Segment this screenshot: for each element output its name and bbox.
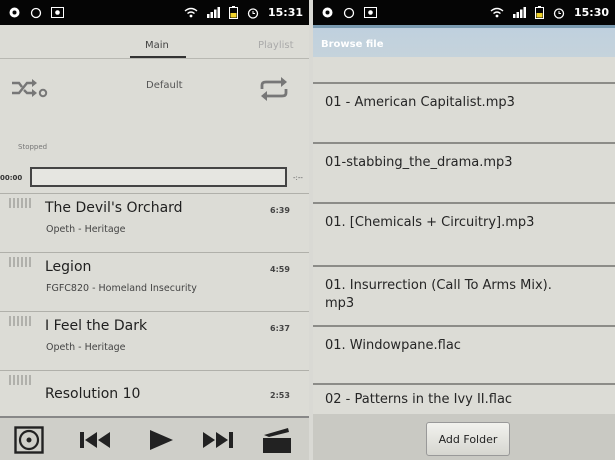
- file-name: 01. Insurrection (Call To Arms Mix). mp3: [325, 278, 552, 311]
- tab-main[interactable]: Main: [145, 40, 169, 51]
- file-item[interactable]: 01. [Chemicals + Circuitry].mp3: [313, 202, 615, 258]
- repeat-button[interactable]: [258, 76, 290, 102]
- file-name: 01. [Chemicals + Circuitry].mp3: [325, 215, 535, 230]
- file-item[interactable]: 01 - American Capitalist.mp3: [313, 82, 615, 138]
- file-name: 02 - Patterns in the Ivy II.flac: [325, 392, 513, 407]
- playback-controls: [0, 416, 309, 460]
- file-item[interactable]: 01. Insurrection (Call To Arms Mix). mp3: [313, 265, 615, 327]
- file-name: 01 - American Capitalist.mp3: [325, 95, 515, 110]
- shuffle-icon: [12, 79, 48, 98]
- playback-status: Stopped: [18, 143, 48, 151]
- file-name: 01-stabbing_the_drama.mp3: [325, 155, 513, 170]
- track-duration: 6:37: [270, 324, 290, 333]
- track-duration: 6:39: [270, 206, 290, 215]
- file-item[interactable]: 01-stabbing_the_drama.mp3: [313, 142, 615, 198]
- file-name: 01. Windowpane.flac: [325, 338, 461, 353]
- sync-icon: [343, 7, 355, 19]
- wifi-icon: [490, 7, 504, 18]
- notification-icon: [8, 6, 21, 19]
- alarm-icon: [247, 7, 259, 19]
- playlist-name: Default: [146, 80, 183, 91]
- signal-icon: [206, 7, 220, 18]
- track-duration: 2:53: [270, 391, 290, 400]
- page-title: Browse file: [321, 39, 384, 50]
- status-bar: 15:30: [313, 0, 615, 25]
- disc-button[interactable]: [12, 426, 46, 454]
- track-artist: Opeth - Heritage: [46, 342, 126, 353]
- track-title: I Feel the Dark: [45, 318, 148, 334]
- next-icon: [203, 432, 233, 448]
- shuffle-button[interactable]: [10, 76, 48, 100]
- track-artist: Opeth - Heritage: [46, 224, 126, 235]
- track-title: Resolution 10: [45, 386, 141, 402]
- track-item[interactable]: I Feel the Dark Opeth - Heritage 6:37: [0, 311, 309, 368]
- seek-bar[interactable]: [30, 167, 287, 187]
- drag-handle-icon[interactable]: [9, 316, 33, 326]
- drag-handle-icon[interactable]: [9, 198, 33, 208]
- image-icon: [51, 7, 64, 18]
- remaining-time: -:--: [293, 174, 303, 182]
- track-duration: 4:59: [270, 265, 290, 274]
- tab-bar: Main Playlist: [0, 25, 309, 59]
- folder-button[interactable]: [260, 426, 294, 454]
- repeat-icon: [260, 77, 288, 101]
- battery-icon: [228, 6, 238, 19]
- signal-icon: [512, 7, 526, 18]
- status-bar: 15:31: [0, 0, 309, 25]
- file-item[interactable]: 01. Windowpane.flac: [313, 325, 615, 381]
- drag-handle-icon[interactable]: [9, 375, 33, 385]
- tab-playlist[interactable]: Playlist: [258, 40, 294, 51]
- notification-icon: [321, 6, 334, 19]
- title-accent: [313, 25, 615, 28]
- play-icon: [150, 430, 173, 450]
- track-item[interactable]: The Devil's Orchard Opeth - Heritage 6:3…: [0, 193, 309, 250]
- track-title: The Devil's Orchard: [45, 200, 183, 216]
- sync-icon: [30, 7, 42, 19]
- play-button[interactable]: [146, 426, 176, 454]
- alarm-icon: [553, 7, 565, 19]
- folder-icon: [263, 428, 291, 453]
- track-item[interactable]: Legion FGFC820 - Homeland Insecurity 4:5…: [0, 252, 309, 309]
- clock: 15:31: [267, 6, 303, 19]
- browse-file-screen: 15:30 Browse file 01 - American Capitali…: [313, 0, 615, 460]
- battery-icon: [534, 6, 544, 19]
- previous-button[interactable]: [78, 426, 114, 454]
- previous-icon: [80, 432, 110, 448]
- tab-divider: [0, 58, 309, 59]
- player-screen: 15:31 Main Playlist Default Stopped 00:0…: [0, 0, 309, 460]
- track-artist: FGFC820 - Homeland Insecurity: [46, 283, 197, 294]
- bottom-bar: Add Folder: [313, 414, 615, 460]
- next-button[interactable]: [198, 426, 236, 454]
- image-icon: [364, 7, 377, 18]
- track-title: Legion: [45, 259, 92, 275]
- wifi-icon: [184, 7, 198, 18]
- clock: 15:30: [573, 6, 609, 19]
- disc-icon: [14, 426, 44, 454]
- drag-handle-icon[interactable]: [9, 257, 33, 267]
- elapsed-time: 00:00: [0, 174, 23, 182]
- add-folder-button[interactable]: Add Folder: [426, 422, 510, 456]
- title-bar: Browse file: [313, 25, 615, 57]
